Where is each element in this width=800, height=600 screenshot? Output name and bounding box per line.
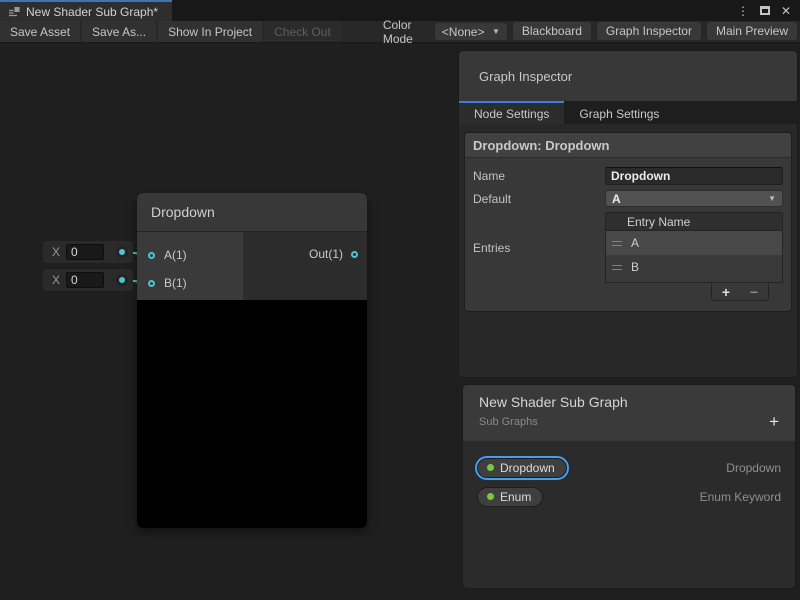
blackboard-title: New Shader Sub Graph	[479, 394, 779, 410]
entry-row-b[interactable]: B	[606, 255, 782, 279]
entries-row: Entries Entry Name A B	[473, 212, 783, 283]
output-port-label: Out(1)	[309, 247, 343, 261]
input-widget-a: X	[43, 241, 133, 263]
name-input[interactable]	[605, 167, 783, 185]
axis-label: X	[52, 273, 60, 287]
connector-dot-a[interactable]	[116, 246, 128, 258]
name-row: Name	[473, 167, 783, 185]
keyword-dot-icon	[487, 464, 494, 471]
value-field-a[interactable]	[66, 244, 104, 260]
name-label: Name	[473, 169, 605, 183]
remove-entry-button[interactable]: −	[750, 285, 758, 299]
input-widget-b: X	[43, 269, 133, 291]
entries-list-header: Entry Name	[606, 213, 782, 231]
settings-body: Name Default A ▼ Entries Entry Name	[465, 158, 791, 311]
entries-footer: + −	[605, 283, 769, 301]
blackboard-item-enum: Enum Enum Keyword	[477, 482, 781, 511]
show-in-project-button[interactable]: Show In Project	[158, 21, 262, 42]
blackboard-subrow: Sub Graphs +	[479, 415, 779, 429]
drag-handle-icon[interactable]	[612, 241, 622, 246]
inspector-title: Graph Inspector	[479, 69, 572, 84]
window-menu-icon[interactable]: ⋮	[737, 4, 749, 18]
tab-node-settings[interactable]: Node Settings	[459, 101, 564, 124]
entries-label: Entries	[473, 212, 605, 283]
blackboard-panel: New Shader Sub Graph Sub Graphs + Dropdo…	[462, 384, 796, 589]
maximize-icon[interactable]	[760, 6, 770, 15]
axis-label: X	[52, 245, 60, 259]
save-asset-button[interactable]: Save Asset	[0, 21, 80, 42]
entries-list-padding	[606, 279, 782, 282]
blackboard-header[interactable]: New Shader Sub Graph Sub Graphs +	[463, 385, 795, 441]
blackboard-item-dropdown: Dropdown Dropdown	[477, 453, 781, 482]
node-body: A(1) B(1) Out(1)	[137, 232, 367, 300]
document-tab[interactable]: New Shader Sub Graph*	[0, 0, 172, 21]
main-preview-toggle-button[interactable]: Main Preview	[707, 22, 797, 40]
drag-handle-icon[interactable]	[612, 265, 622, 270]
output-port-row: Out(1)	[309, 247, 358, 261]
default-dropdown[interactable]: A ▼	[605, 190, 783, 207]
graph-canvas[interactable]: X X Dropdown A(1) B(1)	[0, 43, 800, 600]
default-dropdown-value: A	[612, 192, 621, 206]
color-mode-value: <None>	[442, 25, 485, 39]
keyword-dot-icon	[487, 493, 494, 500]
blackboard-items: Dropdown Dropdown Enum Enum Keyword	[463, 441, 795, 511]
default-row: Default A ▼	[473, 190, 783, 207]
toolbar-toggles: Blackboard Graph Inspector Main Preview	[507, 21, 800, 42]
add-property-button[interactable]: +	[769, 415, 779, 429]
inspector-header[interactable]: Graph Inspector	[459, 51, 797, 101]
node-output-slots: Out(1)	[243, 232, 367, 300]
input-port-b-label: B(1)	[164, 276, 187, 290]
settings-section-title: Dropdown: Dropdown	[465, 133, 791, 158]
property-pill-enum[interactable]: Enum	[477, 487, 543, 507]
node-title[interactable]: Dropdown	[137, 193, 367, 232]
chevron-down-icon: ▼	[768, 194, 776, 203]
check-out-button[interactable]: Check Out	[264, 21, 341, 42]
entries-list: Entry Name A B	[605, 212, 783, 283]
graph-toolbar: Save Asset Save As... Show In Project Ch…	[0, 21, 800, 43]
property-pill-dropdown[interactable]: Dropdown	[477, 458, 567, 478]
tab-graph-settings[interactable]: Graph Settings	[564, 101, 674, 124]
dropdown-node[interactable]: Dropdown A(1) B(1) Out(1)	[137, 193, 367, 528]
input-port-b-icon[interactable]	[148, 280, 155, 287]
document-tab-label: New Shader Sub Graph*	[26, 5, 158, 19]
blackboard-toggle-button[interactable]: Blackboard	[513, 22, 591, 40]
entries-footer-buttons: + −	[711, 283, 769, 301]
input-port-a-label: A(1)	[164, 248, 187, 262]
default-label: Default	[473, 192, 605, 206]
color-mode-dropdown[interactable]: <None> ▼	[435, 23, 507, 40]
connector-dot-b[interactable]	[116, 274, 128, 286]
graph-inspector-toggle-button[interactable]: Graph Inspector	[597, 22, 701, 40]
connector-dot-inner	[119, 277, 125, 283]
entry-row-a[interactable]: A	[606, 231, 782, 255]
value-field-b[interactable]	[66, 272, 104, 288]
input-port-row-a: A(1)	[137, 241, 243, 269]
entry-name: A	[631, 236, 639, 250]
chevron-down-icon: ▼	[492, 27, 500, 36]
add-entry-button[interactable]: +	[722, 285, 730, 299]
property-pill-label: Dropdown	[500, 461, 555, 475]
output-port-icon[interactable]	[351, 251, 358, 258]
subgraph-icon	[8, 6, 20, 18]
inspector-tab-bar: Node Settings Graph Settings	[459, 101, 797, 124]
shader-graph-window: New Shader Sub Graph* ⋮ ✕ Save Asset Sav…	[0, 0, 800, 600]
connector-dot-inner	[119, 249, 125, 255]
input-port-row-b: B(1)	[137, 269, 243, 297]
close-icon[interactable]: ✕	[781, 4, 791, 18]
input-port-a-icon[interactable]	[148, 252, 155, 259]
property-type-label: Enum Keyword	[700, 490, 781, 504]
entry-name: B	[631, 260, 639, 274]
save-as-button[interactable]: Save As...	[82, 21, 156, 42]
color-mode-label: Color Mode	[375, 21, 435, 42]
node-settings-box: Dropdown: Dropdown Name Default A ▼	[464, 132, 792, 312]
blackboard-subtitle: Sub Graphs	[479, 416, 538, 428]
graph-inspector-panel: Graph Inspector Node Settings Graph Sett…	[458, 50, 798, 378]
property-type-label: Dropdown	[726, 461, 781, 475]
property-pill-label: Enum	[500, 490, 531, 504]
window-controls: ⋮ ✕	[737, 0, 800, 21]
node-preview	[137, 300, 367, 528]
node-input-slots: A(1) B(1)	[137, 232, 243, 300]
